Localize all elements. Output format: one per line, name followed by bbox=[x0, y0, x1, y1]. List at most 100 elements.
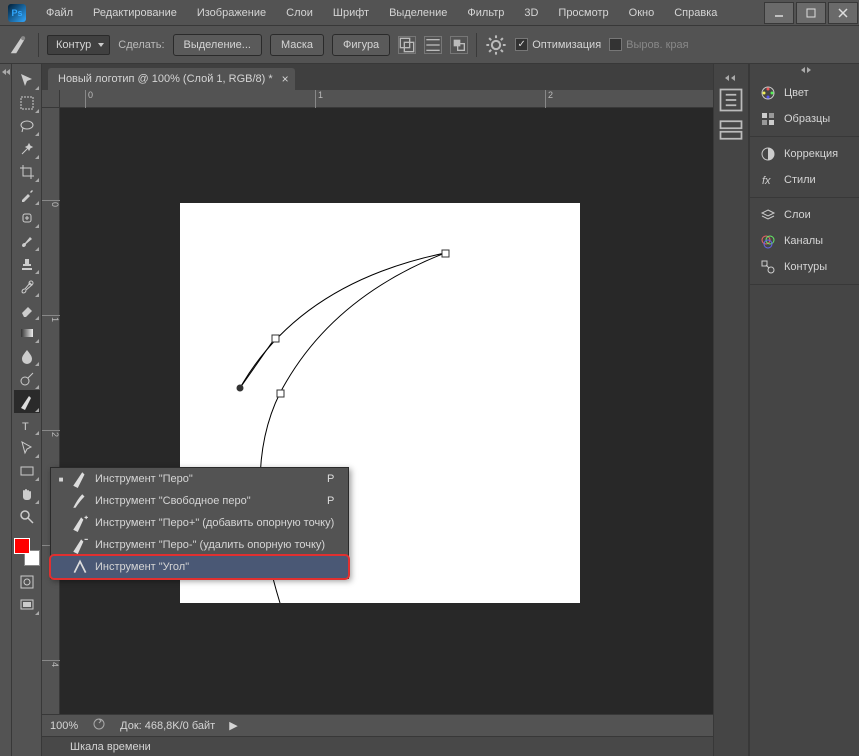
align-edges-checkbox[interactable]: Выров. края bbox=[609, 38, 688, 51]
history-brush-tool[interactable] bbox=[14, 275, 40, 298]
svg-text:fx: fx bbox=[762, 175, 771, 187]
rotate-view-icon[interactable] bbox=[92, 717, 106, 734]
blur-tool[interactable] bbox=[14, 344, 40, 367]
stamp-tool[interactable] bbox=[14, 252, 40, 275]
menu-image[interactable]: Изображение bbox=[189, 3, 274, 23]
path-select-tool[interactable] bbox=[14, 436, 40, 459]
quickmask-toggle[interactable] bbox=[14, 570, 40, 593]
pen-tool[interactable] bbox=[14, 390, 40, 413]
menu-edit[interactable]: Редактирование bbox=[85, 3, 185, 23]
menu-file[interactable]: Файл bbox=[38, 3, 81, 23]
menu-layers[interactable]: Слои bbox=[278, 3, 321, 23]
left-expand-strip[interactable] bbox=[0, 64, 12, 756]
timeline-label: Шкала времени bbox=[70, 741, 151, 753]
marquee-tool[interactable] bbox=[14, 91, 40, 114]
path-op1-icon[interactable] bbox=[398, 36, 416, 54]
panel-layers[interactable]: Слои bbox=[750, 202, 859, 228]
menu-view[interactable]: Просмотр bbox=[550, 3, 616, 23]
document-tabs: Новый логотип @ 100% (Слой 1, RGB/8) * × bbox=[42, 64, 713, 90]
color-swatches[interactable] bbox=[14, 538, 40, 566]
pen-tool-flyout: ■ Инструмент "Перо" P Инструмент "Свобод… bbox=[50, 467, 349, 579]
dodge-tool[interactable] bbox=[14, 367, 40, 390]
toolbox: T bbox=[12, 64, 42, 756]
tool-mode-dropdown[interactable]: Контур bbox=[47, 35, 110, 55]
eyedropper-tool[interactable] bbox=[14, 183, 40, 206]
make-selection-button[interactable]: Выделение... bbox=[173, 34, 262, 56]
close-button[interactable] bbox=[828, 2, 858, 24]
flyout-delete-anchor[interactable]: Инструмент "Перо-" (удалить опорную точк… bbox=[51, 534, 348, 556]
window-controls bbox=[763, 0, 859, 26]
strip-collapse-handle[interactable] bbox=[714, 72, 748, 84]
flyout-add-anchor[interactable]: Инструмент "Перо+" (добавить опорную точ… bbox=[51, 512, 348, 534]
hand-tool[interactable] bbox=[14, 482, 40, 505]
flyout-freeform-pen[interactable]: Инструмент "Свободное перо" P bbox=[51, 490, 348, 512]
rectangle-tool[interactable] bbox=[14, 459, 40, 482]
timeline-panel-tab[interactable]: Шкала времени bbox=[42, 736, 713, 756]
freeform-pen-icon bbox=[71, 493, 89, 509]
properties-icon[interactable] bbox=[717, 116, 745, 144]
ruler-corner bbox=[42, 90, 60, 108]
magic-wand-tool[interactable] bbox=[14, 137, 40, 160]
path-align-icon[interactable] bbox=[424, 36, 442, 54]
right-panels: Цвет Образцы Коррекция fxСтили Слои Кана… bbox=[749, 64, 859, 756]
tool-mode-value: Контур bbox=[56, 39, 91, 51]
minimize-button[interactable] bbox=[764, 2, 794, 24]
menu-3d[interactable]: 3D bbox=[516, 3, 546, 23]
gradient-tool[interactable] bbox=[14, 321, 40, 344]
doc-size-info[interactable]: Док: 468,8K/0 байт bbox=[120, 720, 215, 732]
type-tool[interactable]: T bbox=[14, 413, 40, 436]
optimize-checkbox[interactable]: Оптимизация bbox=[515, 38, 601, 51]
make-mask-button[interactable]: Маска bbox=[270, 34, 324, 56]
main-area: T Новый логотип @ 100% (Слой 1, RGB/8) *… bbox=[0, 64, 859, 756]
document-tab[interactable]: Новый логотип @ 100% (Слой 1, RGB/8) * × bbox=[48, 68, 295, 90]
move-tool[interactable] bbox=[14, 68, 40, 91]
panel-styles[interactable]: fxСтили bbox=[750, 167, 859, 193]
horizontal-ruler: 0 1 2 bbox=[60, 90, 713, 108]
menu-help[interactable]: Справка bbox=[666, 3, 725, 23]
lasso-tool[interactable] bbox=[14, 114, 40, 137]
brush-tool[interactable] bbox=[14, 229, 40, 252]
separator bbox=[38, 33, 39, 57]
menu-type[interactable]: Шрифт bbox=[325, 3, 377, 23]
panel-swatches[interactable]: Образцы bbox=[750, 106, 859, 132]
panel-color[interactable]: Цвет bbox=[750, 80, 859, 106]
path-arrange-icon[interactable] bbox=[450, 36, 468, 54]
panel-paths[interactable]: Контуры bbox=[750, 254, 859, 280]
gear-icon[interactable] bbox=[485, 34, 507, 56]
zoom-tool[interactable] bbox=[14, 505, 40, 528]
make-shape-button[interactable]: Фигура bbox=[332, 34, 390, 56]
crop-tool[interactable] bbox=[14, 160, 40, 183]
menubar: Ps Файл Редактирование Изображение Слои … bbox=[0, 0, 859, 26]
convert-point-icon bbox=[71, 559, 89, 575]
options-bar: Контур Сделать: Выделение... Маска Фигур… bbox=[0, 26, 859, 64]
healing-tool[interactable] bbox=[14, 206, 40, 229]
canvas-background bbox=[60, 108, 713, 714]
status-menu-arrow[interactable]: ▶ bbox=[229, 719, 237, 732]
flyout-pen[interactable]: ■ Инструмент "Перо" P bbox=[51, 468, 348, 490]
maximize-button[interactable] bbox=[796, 2, 826, 24]
panel-collapse-handle[interactable] bbox=[750, 64, 859, 76]
eraser-tool[interactable] bbox=[14, 298, 40, 321]
main-menu: Файл Редактирование Изображение Слои Шри… bbox=[38, 3, 725, 23]
foreground-color-swatch[interactable] bbox=[14, 538, 30, 554]
flyout-convert-point[interactable]: Инструмент "Угол" bbox=[51, 556, 348, 578]
zoom-level[interactable]: 100% bbox=[50, 720, 78, 732]
pen-plus-icon bbox=[71, 515, 89, 531]
right-icon-strip bbox=[713, 64, 749, 756]
menu-select[interactable]: Выделение bbox=[381, 3, 455, 23]
status-bar: 100% Док: 468,8K/0 байт ▶ bbox=[42, 714, 713, 736]
history-icon[interactable] bbox=[717, 86, 745, 114]
canvas-viewport[interactable]: 0 1 2 0 1 2 3 4 bbox=[42, 90, 713, 714]
optimize-label: Оптимизация bbox=[532, 39, 601, 51]
screen-mode-toggle[interactable] bbox=[14, 593, 40, 616]
document-tab-title: Новый логотип @ 100% (Слой 1, RGB/8) * bbox=[58, 73, 273, 85]
vertical-ruler: 0 1 2 3 4 bbox=[42, 90, 60, 714]
align-edges-label: Выров. края bbox=[626, 39, 688, 51]
panel-adjustments[interactable]: Коррекция bbox=[750, 141, 859, 167]
close-tab-icon[interactable]: × bbox=[282, 72, 289, 86]
current-tool-icon[interactable] bbox=[8, 34, 30, 56]
menu-filter[interactable]: Фильтр bbox=[459, 3, 512, 23]
pen-minus-icon bbox=[71, 537, 89, 553]
panel-channels[interactable]: Каналы bbox=[750, 228, 859, 254]
menu-window[interactable]: Окно bbox=[621, 3, 663, 23]
